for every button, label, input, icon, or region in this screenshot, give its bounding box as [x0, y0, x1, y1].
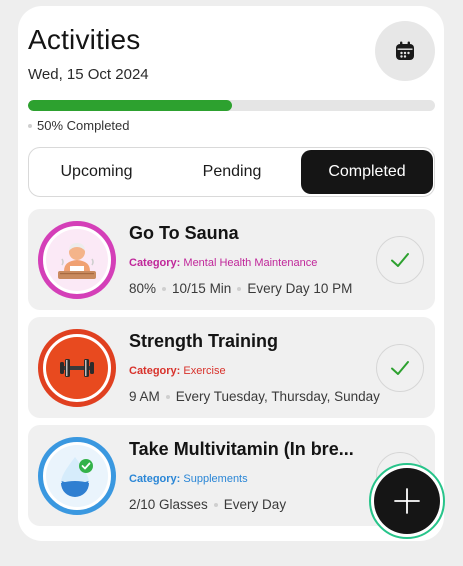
- activity-icon-ring: [38, 437, 116, 515]
- activity-meta: 80% 10/15 Min Every Day 10 PM: [129, 281, 352, 296]
- add-activity-button-inner: [374, 468, 440, 534]
- activity-category: Category: Mental Health Maintenance: [129, 257, 317, 269]
- activity-title: Take Multivitamin (In bre...: [129, 439, 354, 459]
- bullet-dot: [165, 394, 170, 399]
- progress-text: 50% Completed: [37, 118, 130, 133]
- bullet-dot: [162, 286, 167, 291]
- category-key: Category:: [129, 257, 181, 269]
- complete-check-button[interactable]: [376, 344, 424, 392]
- progress-bar: [28, 100, 435, 111]
- activity-icon-ring: [38, 329, 116, 407]
- meta-item: 9 AM: [129, 389, 160, 404]
- activity-meta: 2/10 Glasses Every Day: [129, 497, 286, 512]
- bullet-dot: [28, 123, 32, 128]
- meta-item: 80%: [129, 281, 157, 296]
- progress-label: 50% Completed: [28, 118, 130, 133]
- check-icon: [391, 253, 409, 267]
- category-value: Supplements: [183, 473, 248, 485]
- current-date: Wed, 15 Oct 2024: [28, 66, 149, 83]
- tab-pending[interactable]: Pending: [164, 148, 300, 196]
- sauna-person-icon: [46, 229, 108, 291]
- meta-item: Every Tuesday, Thursday, Sunday: [175, 389, 380, 404]
- activity-card-strength[interactable]: Strength Training Category: Exercise 9 A…: [28, 317, 435, 418]
- bullet-dot: [213, 502, 218, 507]
- calendar-button[interactable]: [375, 21, 435, 81]
- calendar-icon: [396, 41, 414, 60]
- activity-icon-ring: [38, 221, 116, 299]
- tab-upcoming[interactable]: Upcoming: [29, 148, 164, 196]
- activity-category: Category: Exercise: [129, 365, 226, 377]
- plus-icon: [394, 488, 420, 514]
- water-drop-check-icon: [46, 445, 108, 507]
- category-key: Category:: [129, 473, 181, 485]
- complete-check-button[interactable]: [376, 236, 424, 284]
- meta-item: 10/15 Min: [172, 281, 232, 296]
- activity-card-sauna[interactable]: Go To Sauna Category: Mental Health Main…: [28, 209, 435, 310]
- add-activity-button[interactable]: [369, 463, 445, 539]
- status-tabs: Upcoming Pending Completed: [28, 147, 435, 197]
- progress-bar-fill: [28, 100, 232, 111]
- meta-item: 2/10 Glasses: [129, 497, 208, 512]
- category-value: Exercise: [183, 365, 226, 377]
- dumbbell-icon: [46, 337, 108, 399]
- meta-item: Every Day 10 PM: [247, 281, 353, 296]
- check-icon: [391, 361, 409, 375]
- page-title: Activities: [28, 24, 141, 55]
- bullet-dot: [237, 286, 242, 291]
- category-key: Category:: [129, 365, 181, 377]
- meta-item: Every Day: [223, 497, 287, 512]
- activity-category: Category: Supplements: [129, 473, 248, 485]
- category-value: Mental Health Maintenance: [183, 257, 318, 269]
- tab-completed[interactable]: Completed: [301, 150, 433, 194]
- activity-title: Strength Training: [129, 331, 279, 351]
- activity-title: Go To Sauna: [129, 223, 239, 243]
- activity-meta: 9 AM Every Tuesday, Thursday, Sunday: [129, 389, 380, 404]
